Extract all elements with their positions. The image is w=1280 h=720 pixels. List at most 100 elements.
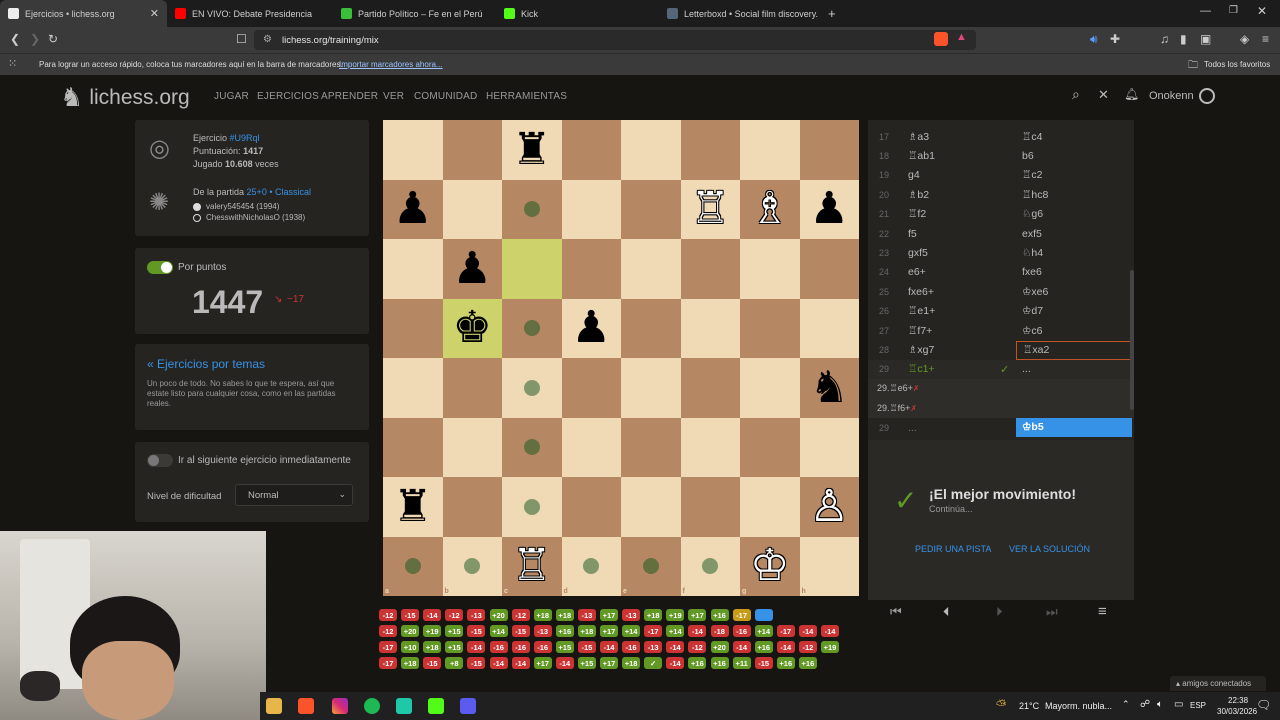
address-bar[interactable]: ⚙ lichess.org/training/mix ▲ — [254, 30, 976, 50]
square-d3[interactable] — [561, 417, 621, 477]
puzzle-history-badge[interactable]: -13 — [467, 609, 486, 621]
square-f6[interactable] — [680, 239, 740, 299]
username[interactable]: Onokenn — [1149, 90, 1194, 102]
file-explorer-icon[interactable] — [266, 698, 282, 714]
square-g8[interactable] — [740, 120, 800, 180]
puzzle-history-badge[interactable]: +15 — [445, 625, 464, 637]
site-logo[interactable]: ♞ lichess.org — [60, 82, 190, 113]
puzzle-history-badge[interactable]: +19 — [666, 609, 685, 621]
black-move[interactable]: exf5 — [1016, 228, 1132, 240]
puzzle-history-badge[interactable]: -14 — [688, 625, 707, 637]
view-solution-button[interactable]: VER LA SOLUCIÓN — [1009, 544, 1090, 554]
forward-icon[interactable]: ❯ — [30, 32, 40, 46]
piece-g1[interactable]: ♔ — [740, 537, 800, 597]
puzzle-history-badge[interactable]: -17 — [379, 641, 397, 653]
browser-tab[interactable]: Kick — [496, 0, 659, 27]
square-d2[interactable] — [561, 477, 621, 537]
square-h6[interactable] — [799, 239, 859, 299]
volume-icon[interactable]: 🔈︎ — [1157, 699, 1163, 710]
puzzle-history-badge[interactable]: -15 — [467, 657, 486, 669]
square-c6[interactable] — [502, 239, 562, 299]
square-g5[interactable] — [740, 298, 800, 358]
move-hint-dot[interactable] — [523, 201, 540, 218]
apps-icon[interactable]: ⁙ — [8, 57, 17, 70]
square-f8[interactable] — [680, 120, 740, 180]
white-move[interactable]: e6+ — [900, 266, 1016, 278]
white-move[interactable]: ♖ab1 — [900, 150, 1016, 162]
square-b4[interactable] — [442, 358, 502, 418]
tray-chevron-icon[interactable]: ⌃ — [1122, 699, 1130, 710]
nav-aprender[interactable]: APRENDER — [321, 91, 378, 102]
import-bookmarks-link[interactable]: Importar marcadores ahora... — [339, 60, 443, 69]
language-indicator[interactable]: ESP — [1190, 701, 1206, 710]
white-move[interactable]: ♗xg7 — [900, 344, 1016, 356]
puzzle-id-link[interactable]: #U9Rql — [230, 133, 260, 143]
puzzle-history-badge[interactable]: -12 — [798, 641, 817, 653]
square-d7[interactable] — [561, 179, 621, 239]
puzzle-history-badge[interactable]: +11 — [732, 657, 751, 669]
black-move[interactable]: ♖hc8 — [1016, 189, 1132, 201]
points-toggle[interactable] — [147, 261, 173, 274]
move-hint-dot[interactable] — [523, 320, 540, 337]
prev-move-icon[interactable]: ⏴ — [943, 604, 950, 620]
square-g6[interactable] — [740, 239, 800, 299]
puzzle-history-badge[interactable]: -14 — [732, 641, 751, 653]
difficulty-select[interactable]: Normal ⌄ — [235, 484, 353, 506]
puzzle-history-badge[interactable]: +16 — [555, 625, 574, 637]
square-g2[interactable] — [740, 477, 800, 537]
puzzle-history-badge[interactable]: +18 — [644, 609, 663, 621]
square-a3[interactable] — [383, 417, 443, 477]
piece-c1[interactable]: ♖ — [502, 537, 562, 597]
puzzle-history-badge[interactable]: -12 — [511, 609, 530, 621]
browser-tab[interactable]: Partido Político – Fe en el Perú — [333, 0, 496, 27]
puzzle-history-badge[interactable]: -16 — [622, 641, 641, 653]
zen-mode-icon[interactable]: ✕ — [1098, 87, 1109, 103]
piece-b6[interactable]: ♟ — [443, 239, 503, 299]
streaming-app-icon[interactable] — [460, 698, 476, 714]
puzzle-history-badge[interactable]: +8 — [445, 657, 464, 669]
puzzle-history-badge[interactable]: -13 — [622, 609, 641, 621]
square-e3[interactable] — [621, 417, 681, 477]
square-d8[interactable] — [561, 120, 621, 180]
reload-icon[interactable]: ↻ — [48, 32, 58, 46]
square-d6[interactable] — [561, 239, 621, 299]
puzzle-history-badge[interactable]: +16 — [798, 657, 817, 669]
puzzle-history-badge[interactable]: +14 — [622, 625, 641, 637]
browser-tab[interactable]: Letterboxd • Social film discovery. — [659, 0, 829, 27]
search-icon[interactable]: ⌕ — [1072, 86, 1080, 103]
square-e6[interactable] — [621, 239, 681, 299]
puzzle-history-badge[interactable]: -14 — [776, 641, 795, 653]
battery-icon[interactable]: ▭ — [1174, 699, 1183, 710]
piece-b5[interactable]: ♚ — [443, 299, 503, 359]
move-hint-dot[interactable] — [523, 498, 540, 515]
black-move[interactable]: ♖xa2 — [1016, 340, 1132, 360]
black-player[interactable]: ChesswithNicholasO (1938) — [206, 213, 305, 222]
puzzle-history-badge[interactable]: +15 — [445, 641, 464, 653]
puzzle-history-badge[interactable]: +16 — [754, 641, 773, 653]
puzzle-history-badge[interactable]: -14 — [666, 641, 685, 653]
clock-time[interactable]: 22:38 — [1228, 696, 1248, 705]
piece-c8[interactable]: ♜ — [502, 120, 562, 180]
puzzle-history-badge[interactable]: +20 — [401, 625, 420, 637]
puzzle-history-badge[interactable]: -15 — [577, 641, 596, 653]
puzzle-history-badge[interactable] — [754, 609, 773, 621]
clock-date[interactable]: 30/03/2026 — [1217, 707, 1257, 716]
square-f4[interactable] — [680, 358, 740, 418]
auto-next-toggle[interactable] — [147, 454, 173, 467]
black-move[interactable]: ♖c4 — [1016, 131, 1132, 143]
puzzle-history-badge[interactable]: +15 — [555, 641, 574, 653]
puzzle-history-badge[interactable]: +16 — [776, 657, 795, 669]
square-d4[interactable] — [561, 358, 621, 418]
puzzle-history-badge[interactable]: -13 — [577, 609, 596, 621]
puzzle-history-badge[interactable]: +18 — [577, 625, 596, 637]
white-move[interactable]: ♖f2 — [900, 208, 1016, 220]
nav-jugar[interactable]: JUGAR — [214, 91, 249, 102]
piece-h4[interactable]: ♞ — [800, 358, 860, 418]
minimize-icon[interactable]: — — [1200, 5, 1211, 17]
hint-button[interactable]: PEDIR UNA PISTA — [915, 544, 991, 554]
puzzle-history-badge[interactable]: -17 — [776, 625, 795, 637]
square-h5[interactable] — [799, 298, 859, 358]
puzzle-history-badge[interactable]: +18 — [622, 657, 641, 669]
sidebar-icon[interactable]: ▮ — [1180, 32, 1187, 46]
nav-ejercicios[interactable]: EJERCICIOS — [257, 91, 319, 102]
